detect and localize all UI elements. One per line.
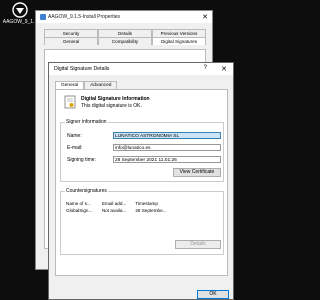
signer-info-group: Signer information Name: LUNATICO ASTRON… — [60, 119, 224, 182]
column-header[interactable]: Timestamp — [134, 200, 175, 207]
dialog-titlebar: Digital Signature Details ? ✕ — [49, 63, 233, 75]
properties-titlebar: AAGOW_9.1.5-Install Properties ✕ — [36, 11, 212, 23]
tab-digital-signatures[interactable]: Digital Signatures — [152, 37, 206, 45]
tab-general[interactable]: General — [44, 37, 98, 45]
column-header[interactable]: Name of s... — [65, 200, 101, 207]
tab-security[interactable]: Security — [44, 29, 98, 37]
properties-tabs-row2: General Compatibility Digital Signatures — [44, 37, 206, 45]
table-cell: Not availa... — [101, 208, 127, 213]
help-icon[interactable]: ? — [204, 65, 207, 71]
certificate-icon — [64, 95, 76, 109]
name-label: Name: — [67, 133, 82, 139]
signer-group-label: Signer information — [65, 119, 108, 125]
table-cell: GlobalSign... — [66, 208, 93, 213]
app-logo-icon — [12, 2, 28, 18]
signer-email-field[interactable]: info@lunatico.es — [113, 144, 221, 151]
table-row[interactable]: GlobalSign... Not availa... 28 Septembe.… — [65, 207, 175, 214]
table-header: Name of s... Email add... Timestamp — [65, 200, 175, 207]
close-icon[interactable]: ✕ — [202, 13, 208, 21]
signer-name-field[interactable]: LUNATICO ASTRONOMIA SL — [113, 132, 221, 139]
info-text: This digital signature is OK. — [81, 103, 142, 109]
signature-details-dialog: Digital Signature Details ? ✕ General Ad… — [48, 62, 234, 300]
properties-title: AAGOW_9.1.5-Install Properties — [48, 14, 120, 20]
signing-time-field[interactable]: 28 September 2021 11:01:26 — [113, 156, 221, 163]
info-heading: Digital Signature Information — [81, 96, 150, 102]
desktop-shortcut[interactable]: AAGOW_9_1... — [2, 2, 38, 25]
tab-previous-versions[interactable]: Previous Versions — [152, 29, 206, 37]
column-header[interactable]: Email add... — [101, 200, 134, 207]
dialog-title: Digital Signature Details — [54, 66, 110, 72]
file-icon — [40, 14, 46, 20]
desktop-icon-label: AAGOW_9_1... — [2, 19, 38, 25]
ok-button[interactable]: OK — [197, 290, 229, 299]
email-label: E-mail: — [67, 145, 83, 151]
counter-group-label: Countersignatures — [65, 188, 108, 194]
countersignatures-table: Name of s... Email add... Timestamp Glob… — [65, 200, 175, 214]
close-icon[interactable]: ✕ — [221, 65, 227, 73]
countersignatures-group: Countersignatures Name of s... Email add… — [60, 188, 224, 255]
view-certificate-button[interactable]: View Certificate — [173, 168, 221, 177]
signing-time-label: Signing time: — [67, 157, 96, 163]
table-cell: 28 Septembe... — [135, 208, 167, 213]
tab-compatibility[interactable]: Compatibility — [98, 37, 152, 45]
details-button[interactable]: Details — [175, 240, 221, 249]
properties-tabs-row1: Security Details Previous Versions — [44, 29, 206, 37]
general-panel: Digital Signature Information This digit… — [55, 89, 228, 276]
tab-details[interactable]: Details — [98, 29, 152, 37]
